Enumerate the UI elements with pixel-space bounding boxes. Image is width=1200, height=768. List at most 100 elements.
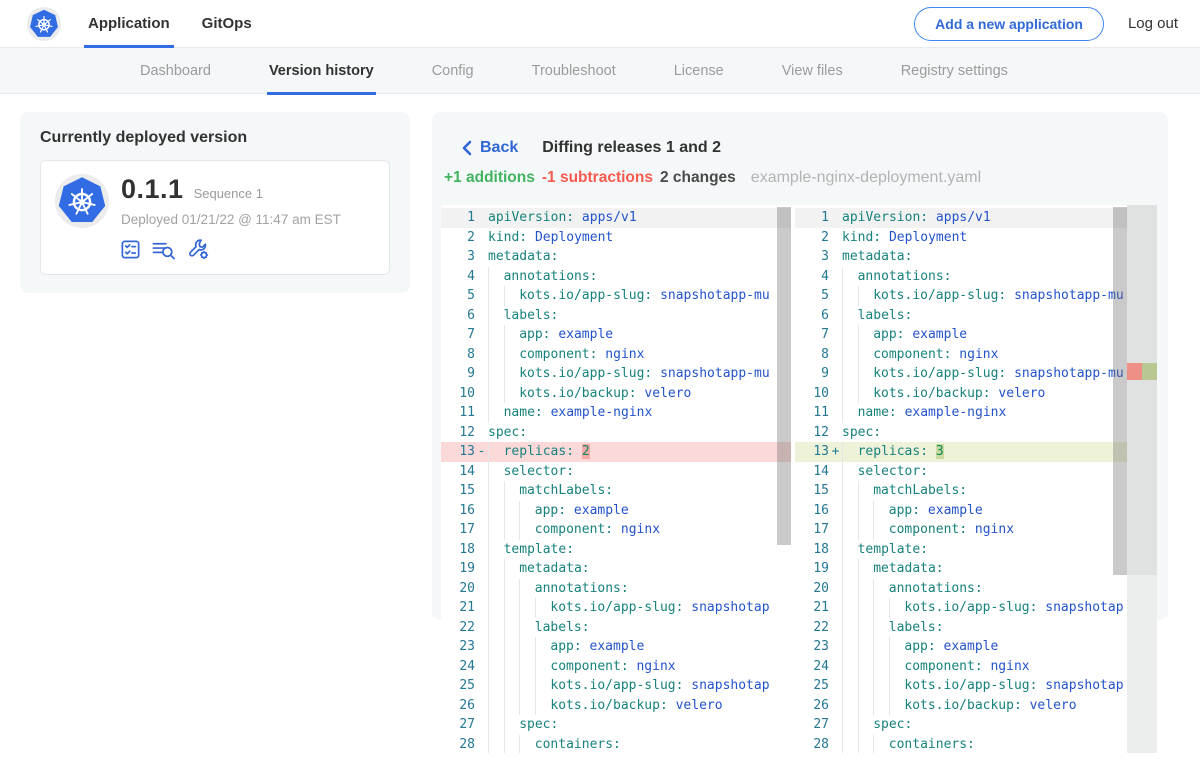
diff-header: Back Diffing releases 1 and 2 — [462, 139, 1168, 157]
diff-line: 26kots.io/backup: velero — [795, 696, 1157, 716]
diff-line: 22labels: — [795, 618, 1157, 638]
diff-line: 6labels: — [441, 306, 791, 326]
diff-line: 13+replicas: 3 — [795, 442, 1157, 462]
diff-line: 20annotations: — [795, 579, 1157, 599]
diff-line: 25kots.io/app-slug: snapshotap — [441, 676, 791, 696]
diff-line: 1apiVersion: apps/v1 — [441, 208, 791, 228]
deployed-version-card: 0.1.1 Sequence 1 Deployed 01/21/22 @ 11:… — [40, 160, 390, 275]
diff-line: 5kots.io/app-slug: snapshotapp-mu — [795, 286, 1157, 306]
diff-line: 12spec: — [441, 423, 791, 443]
app-tabs: Application GitOps — [88, 0, 252, 48]
scrollbar-thumb[interactable] — [777, 207, 791, 545]
diff-line: 26kots.io/backup: velero — [441, 696, 791, 716]
diff-line: 17component: nginx — [795, 520, 1157, 540]
scrollbar-thumb[interactable] — [1113, 207, 1127, 575]
ruler-removed-mark — [1127, 363, 1142, 380]
diff-stats: +1 additions -1 subtractions 2 changes e… — [444, 169, 1168, 187]
diff-pane-original[interactable]: 1apiVersion: apps/v12kind: Deployment3me… — [441, 205, 791, 753]
edit-config-icon[interactable] — [186, 237, 211, 261]
diff-line: 18template: — [795, 540, 1157, 560]
diff-line: 27spec: — [795, 715, 1157, 735]
diff-line: 16app: example — [795, 501, 1157, 521]
subnav-item-view-files[interactable]: View files — [782, 48, 843, 94]
original-code: 1apiVersion: apps/v12kind: Deployment3me… — [441, 208, 791, 753]
diff-line: 15matchLabels: — [795, 481, 1157, 501]
top-nav: Application GitOps Add a new application… — [0, 0, 1200, 48]
diff-line: 28containers: — [441, 735, 791, 754]
diff-line: 6labels: — [795, 306, 1157, 326]
diff-line: 8component: nginx — [441, 345, 791, 365]
tab-application[interactable]: Application — [88, 0, 170, 48]
diff-line: 15matchLabels: — [441, 481, 791, 501]
modified-code: 1apiVersion: apps/v12kind: Deployment3me… — [795, 208, 1157, 753]
diff-line: 9kots.io/app-slug: snapshotapp-mu — [795, 364, 1157, 384]
release-notes-icon[interactable] — [119, 238, 142, 261]
diff-panel: Back Diffing releases 1 and 2 +1 additio… — [432, 112, 1168, 620]
add-application-button[interactable]: Add a new application — [914, 7, 1104, 41]
diff-line: 14selector: — [441, 462, 791, 482]
diff-line: 20annotations: — [441, 579, 791, 599]
diff-filename: example-nginx-deployment.yaml — [751, 169, 981, 187]
diff-line: 7app: example — [441, 325, 791, 345]
diff-line: 17component: nginx — [441, 520, 791, 540]
diff-line: 4annotations: — [795, 267, 1157, 287]
diff-line: 25kots.io/app-slug: snapshotap — [795, 676, 1157, 696]
diff-line: 1apiVersion: apps/v1 — [795, 208, 1157, 228]
overview-ruler — [1127, 205, 1157, 753]
diff-line: 27spec: — [441, 715, 791, 735]
subnav-item-dashboard[interactable]: Dashboard — [140, 48, 211, 94]
diff-line: 19metadata: — [795, 559, 1157, 579]
diff-pane-modified[interactable]: 1apiVersion: apps/v12kind: Deployment3me… — [795, 205, 1157, 753]
diff-line: 13-replicas: 2 — [441, 442, 791, 462]
back-chevron-icon — [462, 140, 472, 156]
kubernetes-logo — [27, 7, 61, 41]
version-label: 0.1.1 — [121, 174, 184, 205]
diff-line: 21kots.io/app-slug: snapshotap — [441, 598, 791, 618]
logout-button[interactable]: Log out — [1128, 15, 1178, 32]
subnav-item-config[interactable]: Config — [432, 48, 474, 94]
subnav-item-version-history[interactable]: Version history — [269, 48, 374, 94]
diff-line: 8component: nginx — [795, 345, 1157, 365]
diff-line: 12spec: — [795, 423, 1157, 443]
currently-deployed-card: Currently deployed version 0.1.1 Sequenc… — [20, 112, 410, 293]
diff-line: 4annotations: — [441, 267, 791, 287]
diff-line: 2kind: Deployment — [441, 228, 791, 248]
additions-count: +1 additions — [444, 169, 535, 187]
diff-title: Diffing releases 1 and 2 — [542, 139, 721, 157]
back-button[interactable]: Back — [462, 139, 518, 157]
tab-gitops[interactable]: GitOps — [202, 0, 252, 48]
subnav-item-troubleshoot[interactable]: Troubleshoot — [532, 48, 616, 94]
deployed-timestamp: Deployed 01/21/22 @ 11:47 am EST — [121, 212, 341, 227]
deployed-version-details: 0.1.1 Sequence 1 Deployed 01/21/22 @ 11:… — [121, 174, 341, 261]
ruler-added-mark — [1142, 363, 1157, 380]
subnav-item-registry-settings[interactable]: Registry settings — [901, 48, 1008, 94]
diff-line: 24component: nginx — [795, 657, 1157, 677]
diff-line: 10kots.io/backup: velero — [795, 384, 1157, 404]
subtractions-count: -1 subtractions — [542, 169, 653, 187]
app-kubernetes-icon — [55, 174, 109, 261]
diff-line: 18template: — [441, 540, 791, 560]
diff-line: 28containers: — [795, 735, 1157, 754]
diff-editor: 1apiVersion: apps/v12kind: Deployment3me… — [441, 205, 1157, 753]
diff-line: 11name: example-nginx — [441, 403, 791, 423]
diff-line: 10kots.io/backup: velero — [441, 384, 791, 404]
diff-line: 11name: example-nginx — [795, 403, 1157, 423]
diff-line: 22labels: — [441, 618, 791, 638]
sequence-label: Sequence 1 — [194, 186, 263, 201]
diff-line: 16app: example — [441, 501, 791, 521]
diff-line: 7app: example — [795, 325, 1157, 345]
version-action-icons — [119, 237, 341, 261]
changes-count: 2 changes — [660, 169, 736, 187]
diff-line: 2kind: Deployment — [795, 228, 1157, 248]
diff-line: 19metadata: — [441, 559, 791, 579]
ruler-viewport — [1127, 205, 1157, 575]
subnav-item-license[interactable]: License — [674, 48, 724, 94]
diff-line: 23app: example — [795, 637, 1157, 657]
deployed-card-title: Currently deployed version — [40, 129, 390, 147]
deploy-logs-icon[interactable] — [151, 238, 177, 261]
diff-line: 3metadata: — [441, 247, 791, 267]
diff-line: 24component: nginx — [441, 657, 791, 677]
diff-line: 23app: example — [441, 637, 791, 657]
subnav: Dashboard Version history Config Troublesho… — [0, 48, 1200, 94]
diff-line: 5kots.io/app-slug: snapshotapp-mu — [441, 286, 791, 306]
